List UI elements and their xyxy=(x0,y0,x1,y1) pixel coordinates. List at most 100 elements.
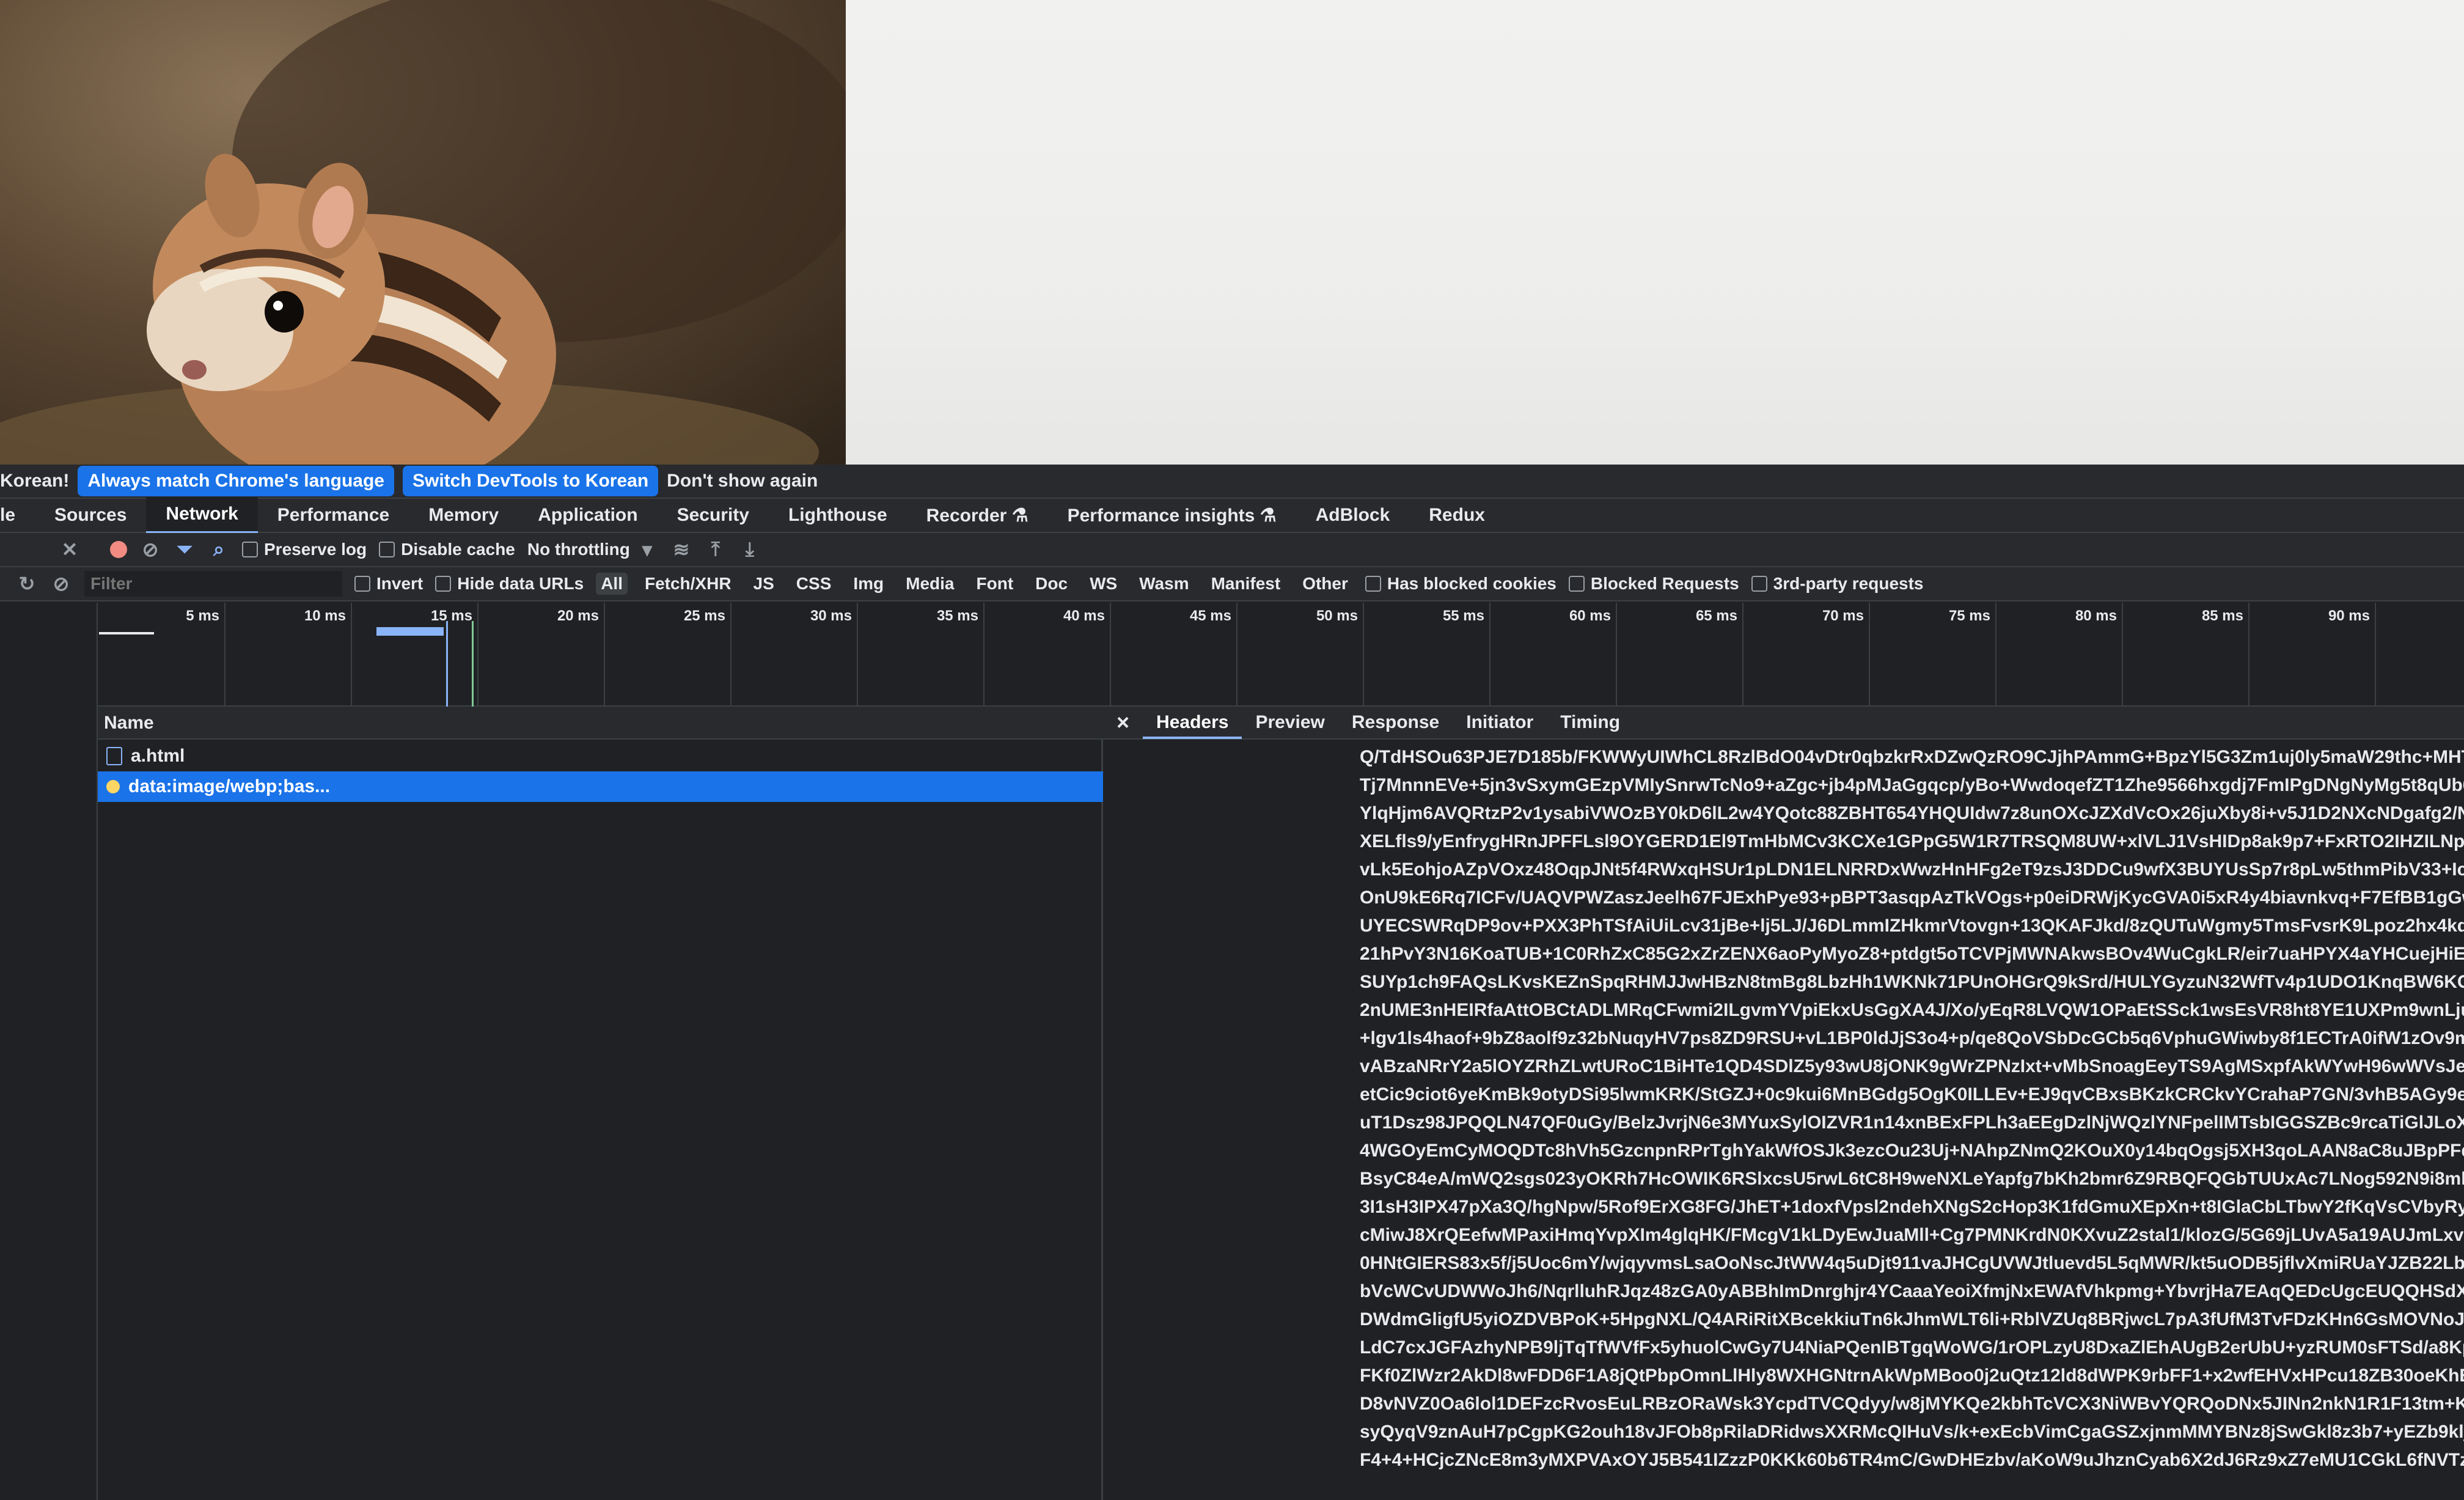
always-match-language-button[interactable]: Always match Chrome's language xyxy=(78,466,394,496)
tab-network[interactable]: Network xyxy=(146,497,258,534)
checkbox-box[interactable] xyxy=(435,576,452,592)
payload-line: +lgv1ls4haof+9bZ8aolf9z32bNuqyHV7ps8ZD9R… xyxy=(1360,1028,2464,1048)
dont-show-again-link[interactable]: Don't show again xyxy=(667,471,818,491)
hide-data-urls-checkbox[interactable]: Hide data URLs xyxy=(435,574,584,594)
block-icon[interactable]: ⊘ xyxy=(50,572,72,595)
reload-icon[interactable]: ↻ xyxy=(16,572,38,595)
export-har-icon[interactable]: ⤓ xyxy=(739,538,761,561)
payload-line: 3I1sH3IPX47pXa3Q/hgNpw/5Rof9ErXG8FG/JhET… xyxy=(1360,1197,2464,1217)
document-file-icon xyxy=(106,747,122,765)
type-filter-other[interactable]: Other xyxy=(1297,573,1353,595)
tab-redux[interactable]: Redux xyxy=(1409,505,1505,526)
payload-line: SUYp1ch9FAQsLKvsKEZnSpqRHMJJwHBzN8tmBg8L… xyxy=(1360,972,2464,992)
timeline-gridline xyxy=(1995,603,1997,707)
type-filter-fetch-xhr[interactable]: Fetch/XHR xyxy=(640,573,736,595)
type-filter-css[interactable]: CSS xyxy=(791,573,837,595)
timeline-gridline xyxy=(351,603,352,707)
checkbox-box[interactable] xyxy=(1751,576,1767,592)
filter-icon[interactable]: ⏷ xyxy=(174,538,196,561)
preserve-log-checkbox[interactable]: Preserve log xyxy=(242,540,367,559)
tab-sources[interactable]: Sources xyxy=(35,505,146,526)
tab-recorder[interactable]: Recorder ⚗ xyxy=(907,505,1048,526)
search-icon[interactable]: ⌕ xyxy=(208,538,230,561)
payload-line: DWdmGligfU5yiOZDVBPoK+5HpgNXL/Q4ARiRitXB… xyxy=(1360,1309,2464,1329)
timeline-tick-label: 30 ms xyxy=(810,608,852,624)
tab-application[interactable]: Application xyxy=(518,505,657,526)
timeline-gridline xyxy=(2375,603,2376,707)
image-file-icon xyxy=(106,780,120,793)
disable-cache-checkbox[interactable]: Disable cache xyxy=(379,540,515,559)
blocked-requests-checkbox[interactable]: Blocked Requests xyxy=(1568,574,1739,594)
chipmunk-illustration xyxy=(0,0,846,465)
payload-line: 21hPvY3N16KoaTUB+1C0RhZxC85G2xZrZENX6aoP… xyxy=(1360,944,2464,964)
timeline-gridline xyxy=(2122,603,2123,707)
network-filter-bar: ↻ ⊘ Invert Hide data URLs All Fetch/XHR … xyxy=(0,567,2464,601)
type-filter-js[interactable]: JS xyxy=(749,573,779,595)
close-icon[interactable]: ✕ xyxy=(59,538,81,561)
payload-line: vABzaNRrY2a5lOYZRhZLwtURoC1BiHTe1QD4SDlZ… xyxy=(1360,1056,2464,1076)
has-blocked-cookies-checkbox[interactable]: Has blocked cookies xyxy=(1365,574,1557,594)
timeline-bar-document xyxy=(99,632,154,634)
tab-security[interactable]: Security xyxy=(658,505,769,526)
timeline-gridline xyxy=(983,603,985,707)
checkbox-box[interactable] xyxy=(379,542,395,557)
payload-line: bVcWCvUDWWoJh6/NqrlluhRJqz48zGA0yABBhImD… xyxy=(1360,1281,2464,1301)
payload-line: etCic9ciot6yeKmBk9otyDSi95lwmKRK/StGZJ+0… xyxy=(1360,1084,2464,1105)
timeline-gridline xyxy=(730,603,732,707)
tab-initiator[interactable]: Initiator xyxy=(1453,706,1547,739)
tab-console[interactable]: le xyxy=(0,505,35,526)
tab-headers[interactable]: Headers xyxy=(1143,706,1242,739)
devtools-tab-bar: le Sources Network Performance Memory Ap… xyxy=(0,497,2464,534)
payload-line: Tj7MnnnEVe+5jn3vSxymGEzpVMIySnrwTcNo9+aZ… xyxy=(1360,775,2464,795)
timeline-tick-label: 20 ms xyxy=(557,608,599,624)
tab-adblock[interactable]: AdBlock xyxy=(1296,505,1410,526)
record-button[interactable] xyxy=(110,541,127,558)
type-filter-ws[interactable]: WS xyxy=(1085,573,1122,595)
timeline-gridline xyxy=(1742,603,1744,707)
tab-timing[interactable]: Timing xyxy=(1547,706,1634,739)
filter-input[interactable] xyxy=(84,571,342,597)
checkbox-box[interactable] xyxy=(1568,576,1585,592)
import-har-icon[interactable]: ⤒ xyxy=(705,538,727,561)
type-filter-manifest[interactable]: Manifest xyxy=(1206,573,1286,595)
hide-data-urls-label: Hide data URLs xyxy=(457,574,584,593)
type-filter-img[interactable]: Img xyxy=(848,573,889,595)
timeline-gridline xyxy=(1869,603,1870,707)
details-tab-bar: × Headers Preview Response Initiator Tim… xyxy=(1103,707,2464,740)
type-filter-doc[interactable]: Doc xyxy=(1030,573,1072,595)
checkbox-box[interactable] xyxy=(354,576,370,592)
third-party-requests-checkbox[interactable]: 3rd-party requests xyxy=(1751,574,1924,594)
request-row-data-image[interactable]: data:image/webp;bas... xyxy=(98,771,1103,802)
type-filter-media[interactable]: Media xyxy=(901,573,959,595)
name-column-header[interactable]: Name xyxy=(98,707,1103,740)
tab-performance[interactable]: Performance xyxy=(258,505,409,526)
page-blank-area xyxy=(846,0,2464,465)
type-filter-all[interactable]: All xyxy=(596,573,628,595)
throttling-select[interactable]: No throttling ▾ xyxy=(527,538,658,561)
network-conditions-icon[interactable]: ≋ xyxy=(670,538,692,561)
switch-devtools-language-button[interactable]: Switch DevTools to Korean xyxy=(402,466,659,496)
timeline-tick-label: 75 ms xyxy=(1948,608,1990,624)
payload-line: F4+4+HCjcZNcE8m3yMXPVAxOYJ5B541IZzzP0KKk… xyxy=(1360,1450,2464,1470)
checkbox-box[interactable] xyxy=(242,542,258,557)
tab-performance-insights[interactable]: Performance insights ⚗ xyxy=(1048,505,1296,526)
timeline-gridline xyxy=(604,603,605,707)
tab-response[interactable]: Response xyxy=(1338,706,1453,739)
tab-memory[interactable]: Memory xyxy=(409,505,518,526)
invert-checkbox[interactable]: Invert xyxy=(354,574,423,594)
checkbox-box[interactable] xyxy=(1365,576,1381,592)
devtools-panel: Korean! Always match Chrome's language S… xyxy=(0,465,2464,1500)
close-details-icon[interactable]: × xyxy=(1103,706,1143,739)
type-filter-font[interactable]: Font xyxy=(972,573,1019,595)
tab-lighthouse[interactable]: Lighthouse xyxy=(769,505,907,526)
throttling-value: No throttling xyxy=(527,540,630,559)
timeline-overview[interactable]: 5 ms 10 ms 15 ms 20 ms 25 ms 30 ms 35 ms 40 ms 4… xyxy=(98,603,2464,707)
tab-preview[interactable]: Preview xyxy=(1242,706,1338,739)
request-row-html[interactable]: a.html xyxy=(98,741,1103,771)
type-filter-wasm[interactable]: Wasm xyxy=(1134,573,1194,595)
timeline-tick-label: 40 ms xyxy=(1063,608,1105,624)
payload-line: uT1Dsz98JPQQLN47QF0uGy/BelzJvrjN6e3MYuxS… xyxy=(1360,1112,2464,1133)
payload-line: Q/TdHSOu63PJE7D185b/FKWWyUIWhCL8RzlBdO04… xyxy=(1360,747,2464,767)
clear-icon[interactable]: ⊘ xyxy=(139,538,161,561)
timeline-gridline xyxy=(1236,603,1238,707)
